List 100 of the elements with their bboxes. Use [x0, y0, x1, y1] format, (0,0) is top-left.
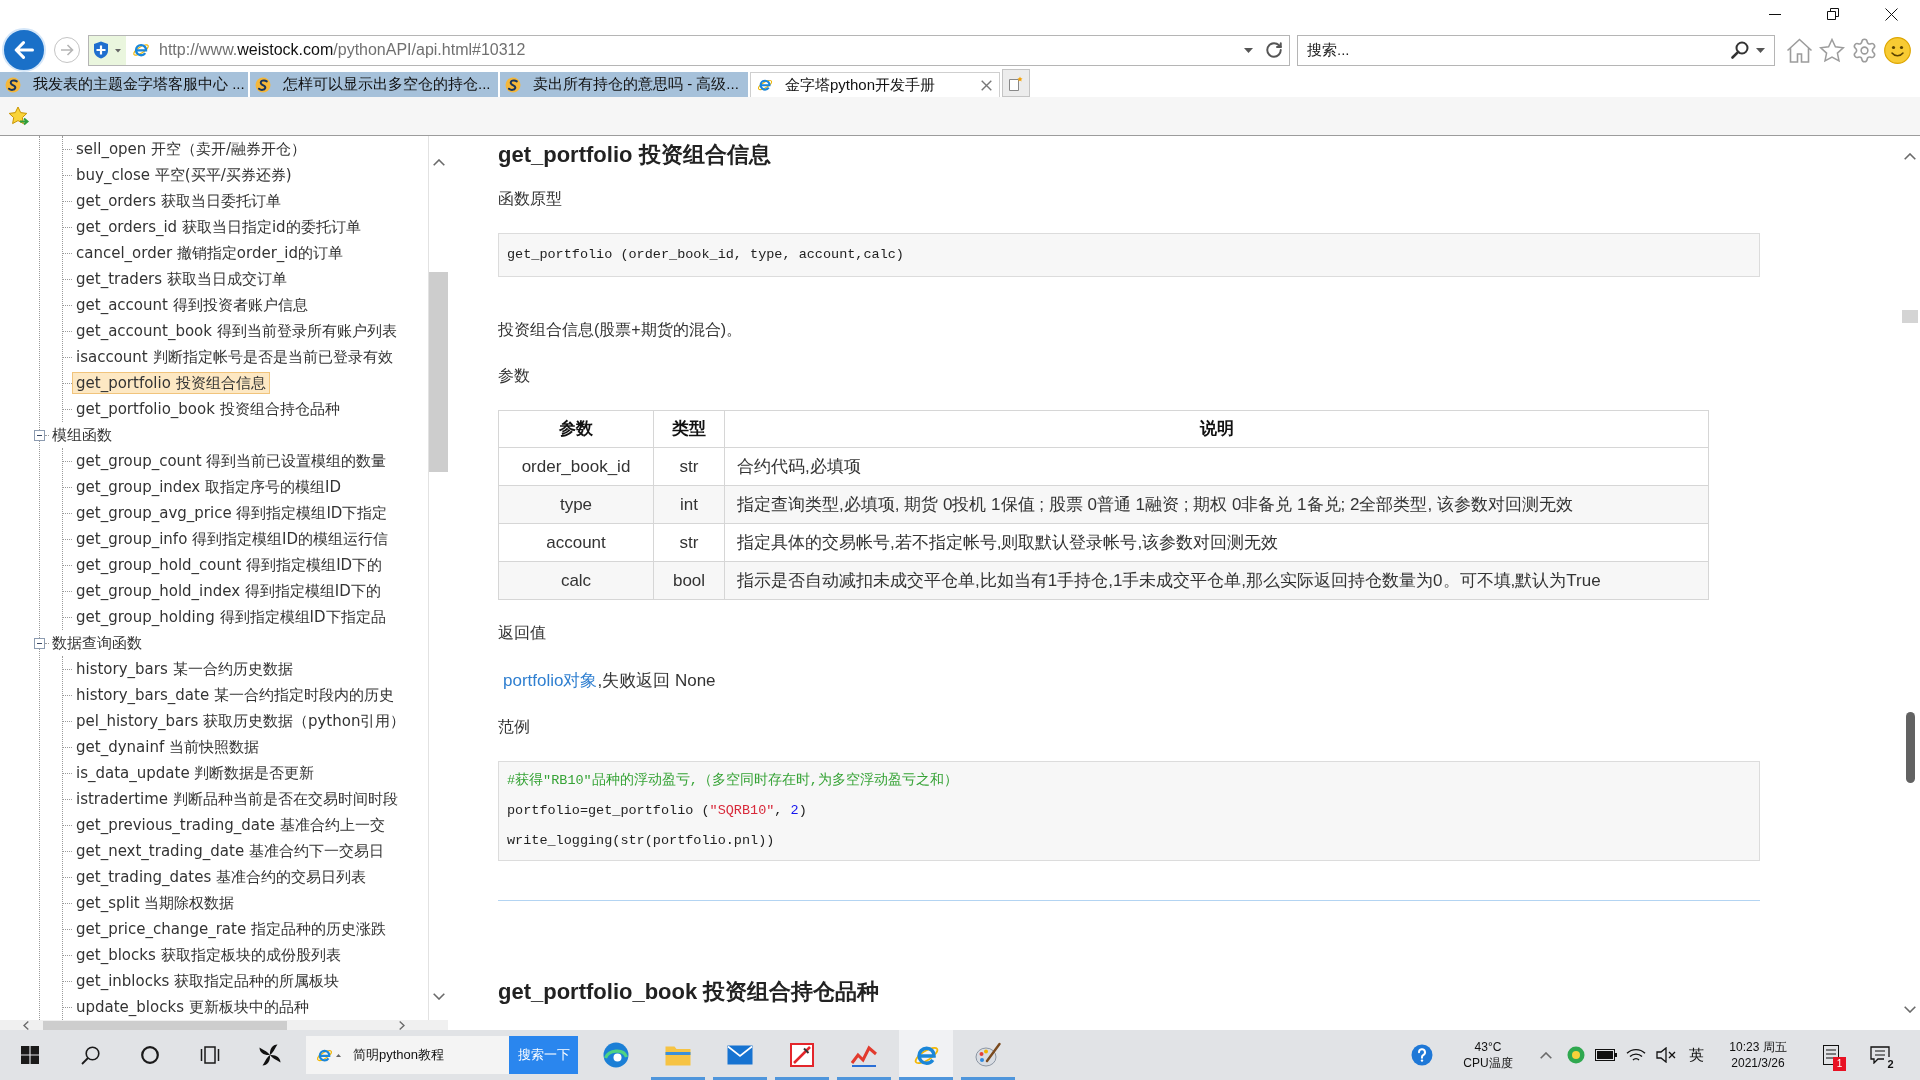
- tree-group-label[interactable]: 模组函数: [52, 425, 112, 445]
- caret-down-icon[interactable]: [1756, 47, 1765, 53]
- speaker-muted-icon[interactable]: [1656, 1047, 1676, 1063]
- search-submit-button[interactable]: 搜索一下: [509, 1036, 578, 1074]
- home-icon[interactable]: [1786, 37, 1813, 63]
- collapse-icon[interactable]: [34, 429, 45, 441]
- tree-item[interactable]: get_price_change_rate 指定品种的历史涨跌: [72, 918, 390, 940]
- tree-item[interactable]: get_portfolio 投资组合信息: [72, 372, 270, 394]
- tree-item[interactable]: isaccount 判断指定帐号是否是当前已登录有效: [72, 346, 397, 368]
- browser-tab[interactable]: 怎样可以显示出多空仓的持仓...: [250, 72, 498, 97]
- tree-item[interactable]: get_portfolio_book 投资组合持仓品种: [72, 398, 344, 420]
- tree-item[interactable]: get_traders 获取当日成交订单: [72, 268, 291, 290]
- tree-item[interactable]: get_dynainf 当前快照数据: [72, 736, 263, 758]
- tree-item[interactable]: history_bars_date 某一合约指定时段内的历史: [72, 684, 398, 706]
- tree-item[interactable]: get_group_hold_index 得到指定模组ID下的: [72, 580, 385, 602]
- pen-square-icon: [790, 1043, 814, 1067]
- scrollbar-thumb[interactable]: [1905, 712, 1915, 783]
- settings-icon[interactable]: [1851, 36, 1878, 64]
- return-value-text: portfolio对象,失败返回 None: [503, 671, 716, 690]
- tree-item[interactable]: get_blocks 获取指定板块的成份股列表: [72, 944, 345, 966]
- star-icon[interactable]: [1819, 37, 1845, 63]
- chevron-up-icon[interactable]: [432, 159, 445, 166]
- section-label: 函数原型: [498, 189, 562, 209]
- search-icon: [80, 1045, 100, 1065]
- battery-icon[interactable]: [1595, 1049, 1617, 1061]
- address-bar[interactable]: http://www.weistock.com/pythonAPI/api.html#10312: [88, 34, 1290, 66]
- tree-item[interactable]: get_trading_dates 基准合约的交易日列表: [72, 866, 370, 888]
- smiley-icon[interactable]: [1884, 36, 1911, 64]
- return-type-link[interactable]: portfolio对象: [503, 671, 598, 690]
- caret-down-icon[interactable]: [1244, 47, 1253, 53]
- tree-group-label[interactable]: 数据查询函数: [52, 633, 142, 653]
- new-tab-button[interactable]: [1002, 69, 1030, 97]
- new-tab-icon: [1009, 75, 1023, 91]
- browser-tab[interactable]: 金字塔python开发手册: [750, 72, 1000, 97]
- url-text: http://www.weistock.com/pythonAPI/api.html#10312: [159, 40, 526, 60]
- tree-item[interactable]: get_account 得到投资者账户信息: [72, 294, 312, 316]
- task-view-icon: [200, 1046, 220, 1064]
- table-header-cell: 参数: [498, 410, 654, 448]
- tree-item[interactable]: get_group_avg_price 得到指定模组ID下指定: [72, 502, 392, 524]
- wave-icon: [603, 1042, 629, 1068]
- chevron-down-icon[interactable]: [432, 993, 445, 1000]
- tree-item[interactable]: cancel_order 撤销指定order_id的订单: [72, 242, 348, 264]
- ring-icon: [141, 1046, 159, 1064]
- table-cell: bool: [653, 561, 725, 600]
- browser-tab[interactable]: 卖出所有持仓的意思吗 - 高级...: [500, 72, 748, 97]
- palette-brush-icon: [975, 1042, 1001, 1068]
- tree-item[interactable]: is_data_update 判断数据是否更新: [72, 762, 319, 784]
- tree-item[interactable]: get_orders 获取当日委托订单: [72, 190, 285, 212]
- section-label: 范例: [498, 717, 530, 737]
- shield-icon[interactable]: [89, 35, 126, 65]
- chevron-down-icon[interactable]: [1904, 1006, 1916, 1013]
- notification-count: 2: [1884, 1057, 1897, 1071]
- notification-icon[interactable]: [1823, 1045, 1839, 1065]
- favorites-star-icon[interactable]: [8, 105, 30, 127]
- tree-item[interactable]: get_group_index 取指定序号的模组ID: [72, 476, 345, 498]
- scrollbar-thumb[interactable]: [43, 1021, 287, 1030]
- refresh-icon[interactable]: [1265, 41, 1283, 59]
- tree-item[interactable]: istradertime 判断品种当前是否在交易时间时段: [72, 788, 402, 810]
- tree-item[interactable]: buy_close 平空(买平/买券还券): [72, 164, 296, 186]
- tree-item[interactable]: get_orders_id 获取当日指定id的委托订单: [72, 216, 365, 238]
- clock-time[interactable]: 10:23 周五: [1729, 1039, 1787, 1055]
- collapse-icon[interactable]: [34, 637, 45, 649]
- help-icon[interactable]: [1411, 1044, 1433, 1066]
- tree-item[interactable]: get_group_holding 得到指定模组ID下指定品: [72, 606, 390, 628]
- browser-tab[interactable]: 我发表的主题金字塔客服中心 ...: [0, 72, 248, 97]
- wifi-icon[interactable]: [1626, 1047, 1646, 1063]
- close-tab-icon[interactable]: [981, 79, 992, 91]
- tree-item[interactable]: history_bars 某一合约历史数据: [72, 658, 297, 680]
- back-button[interactable]: [2, 28, 46, 72]
- table-cell: order_book_id: [498, 447, 654, 486]
- scrollbar-thumb[interactable]: [429, 272, 448, 472]
- tree-item[interactable]: pel_history_bars 获取历史数据（python引用）: [72, 710, 410, 732]
- tree-item[interactable]: get_group_hold_count 得到指定模组ID下的: [72, 554, 387, 576]
- message-icon[interactable]: [1870, 1046, 1890, 1064]
- envelope-icon: [727, 1045, 753, 1065]
- clock-date[interactable]: 2021/3/26: [1731, 1055, 1785, 1071]
- tree-item[interactable]: get_account_book 得到当前登录所有账户列表: [72, 320, 401, 342]
- tree-item[interactable]: get_previous_trading_date 基准合约上一交: [72, 814, 389, 836]
- tree-item[interactable]: get_split 当期除权数据: [72, 892, 239, 914]
- scroll-marker: [1902, 310, 1918, 323]
- search-field[interactable]: 搜索...: [1297, 34, 1775, 66]
- show-hidden-icons-icon[interactable]: [1540, 1051, 1552, 1059]
- e-logo-icon: [132, 41, 150, 59]
- status-dot-icon[interactable]: [1567, 1046, 1585, 1064]
- table-cell: 指示是否自动减扣未成交平仓单,比如当有1手持仓,1手未成交平仓单,那么实际返回持仓数量为0。可不填,默认为True: [724, 561, 1709, 600]
- tree-item[interactable]: get_group_count 得到当前已设置模组的数量: [72, 450, 391, 472]
- tree-item[interactable]: get_next_trading_date 基准合约下一交易日: [72, 840, 388, 862]
- section-label: 参数: [498, 366, 530, 386]
- restore-icon: [1827, 8, 1839, 20]
- swirl-logo-icon: [5, 76, 21, 93]
- input-method-indicator[interactable]: 英: [1681, 1043, 1711, 1067]
- chevron-right-icon[interactable]: [399, 1021, 405, 1030]
- chevron-left-icon[interactable]: [23, 1021, 29, 1030]
- tree-item[interactable]: update_blocks 更新板块中的品种: [72, 996, 313, 1018]
- chevron-up-icon[interactable]: [1904, 153, 1916, 160]
- search-field[interactable]: 简明python教程: [306, 1036, 509, 1074]
- search-icon[interactable]: [1731, 41, 1749, 59]
- tree-item[interactable]: get_inblocks 获取指定品种的所属板块: [72, 970, 344, 992]
- tree-item[interactable]: sell_open 开空（卖开/融券开仓）: [72, 138, 311, 160]
- tree-item[interactable]: get_group_info 得到指定模组ID的模组运行信: [72, 528, 393, 550]
